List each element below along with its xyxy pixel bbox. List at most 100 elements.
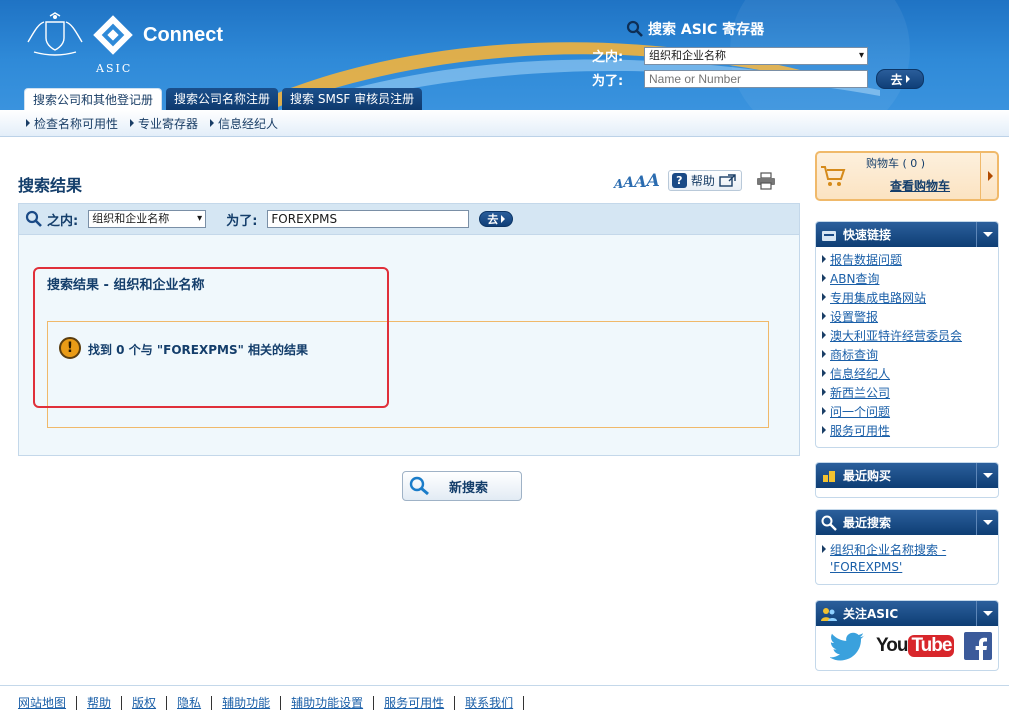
social-links: You Tube xyxy=(816,626,998,662)
quick-link-label: 新西兰公司 xyxy=(830,386,891,400)
arrow-right-icon xyxy=(26,119,30,127)
chevron-down-icon xyxy=(982,473,993,478)
follow-asic-header: 关注ASIC xyxy=(816,601,998,626)
header-go-button[interactable]: 去 xyxy=(876,69,924,89)
help-icon: ? xyxy=(671,173,687,188)
header-go-label: 去 xyxy=(890,72,903,87)
coat-of-arms-logo xyxy=(27,12,83,56)
footer-link-copyright[interactable]: 版权 xyxy=(132,695,168,710)
arrow-right-icon xyxy=(822,293,826,301)
quick-link-label: 服务可用性 xyxy=(830,424,891,438)
print-icon[interactable] xyxy=(756,171,776,190)
quick-link-item[interactable]: 商标查询 xyxy=(822,346,998,365)
quick-link-label: 报告数据问题 xyxy=(830,253,903,267)
play-arrow-icon xyxy=(905,75,910,83)
quick-link-item[interactable]: ABN查询 xyxy=(822,270,998,289)
quick-link-label: 商标查询 xyxy=(830,348,879,362)
font-size-medium-button[interactable]: A xyxy=(623,175,634,191)
quick-link-label: 设置警报 xyxy=(830,310,879,324)
header-within-select[interactable]: 组织和企业名称 ▾ xyxy=(644,46,868,65)
follow-asic-toggle[interactable] xyxy=(976,601,998,626)
arrow-right-icon xyxy=(822,312,826,320)
page-title: 搜索结果 xyxy=(18,176,83,195)
header-within-label: 之内: xyxy=(592,50,624,65)
within-label: 之内: xyxy=(47,213,79,229)
subnav-label: 信息经纪人 xyxy=(218,116,279,131)
quick-links-toggle[interactable] xyxy=(976,222,998,247)
search-input[interactable]: FOREXPMS xyxy=(267,210,470,228)
quick-links-header: 快速链接 xyxy=(816,222,998,247)
recent-purchases-panel: 最近购买 xyxy=(815,462,999,498)
recent-purchases-title: 最近购买 xyxy=(843,469,892,483)
quick-link-item[interactable]: 新西兰公司 xyxy=(822,384,998,403)
quick-link-item[interactable]: 专用集成电路网站 xyxy=(822,289,998,308)
quick-link-label: 信息经纪人 xyxy=(830,367,891,381)
quick-link-item[interactable]: 澳大利亚特许经营委员会 xyxy=(822,327,998,346)
recent-purchases-header: 最近购买 xyxy=(816,463,998,488)
arrow-right-icon xyxy=(987,171,993,181)
footer-link-accessibility[interactable]: 辅助功能 xyxy=(222,695,282,710)
chevron-down-icon xyxy=(982,611,993,616)
go-button[interactable]: 去 xyxy=(479,211,514,227)
search-icon xyxy=(821,515,837,531)
quick-links-title: 快速链接 xyxy=(843,228,892,242)
footer-link-privacy[interactable]: 隐私 xyxy=(177,695,213,710)
quick-link-item[interactable]: 问一个问题 xyxy=(822,403,998,422)
subnav-label: 检查名称可用性 xyxy=(34,116,119,131)
header-for-row: 为了: 去 xyxy=(592,69,924,89)
subnav-professional-registers[interactable]: 专业寄存器 xyxy=(130,115,198,132)
footer-link-help[interactable]: 帮助 xyxy=(87,695,123,710)
recent-search-item[interactable]: 组织和企业名称搜索 - xyxy=(822,541,998,560)
footer-link-sitemap[interactable]: 网站地图 xyxy=(18,695,78,710)
twitter-icon[interactable] xyxy=(830,630,866,662)
for-label: 为了: xyxy=(226,213,258,229)
quick-link-item[interactable]: 设置警报 xyxy=(822,308,998,327)
quick-link-item[interactable]: 报告数据问题 xyxy=(822,251,998,270)
recent-searches-list: 组织和企业名称搜索 - 'FOREXPMS' xyxy=(816,535,998,579)
arrow-right-icon xyxy=(822,369,826,377)
follow-asic-title: 关注ASIC xyxy=(843,607,899,621)
recent-purchases-toggle[interactable] xyxy=(976,463,998,488)
within-value: 组织和企业名称 xyxy=(92,212,170,225)
quick-link-label: ABN查询 xyxy=(830,272,880,286)
within-select[interactable]: 组织和企业名称 ▾ xyxy=(88,210,207,228)
quick-link-item[interactable]: 信息经纪人 xyxy=(822,365,998,384)
font-size-controls: A A A A xyxy=(614,171,660,191)
facebook-icon[interactable] xyxy=(964,632,993,660)
asic-diamond-logo xyxy=(93,15,133,55)
tab-smsf-auditors[interactable]: 搜索 SMSF 审核员注册 xyxy=(282,88,423,110)
popup-window-icon xyxy=(719,173,736,187)
new-search-button[interactable]: 新搜索 xyxy=(402,471,522,501)
youtube-icon[interactable]: You Tube xyxy=(876,635,955,657)
chevron-down-icon xyxy=(982,520,993,525)
header-search-input[interactable] xyxy=(644,70,868,88)
cart-arrow-button[interactable] xyxy=(980,151,999,201)
arrow-right-icon xyxy=(822,350,826,358)
footer: 网站地图 帮助 版权 隐私 辅助功能 辅助功能设置 服务可用性 联系我们 xyxy=(0,685,1009,719)
quick-link-item[interactable]: 服务可用性 xyxy=(822,422,998,441)
font-size-large-button[interactable]: A xyxy=(634,172,646,191)
arrow-right-icon xyxy=(822,331,826,339)
arrow-right-icon xyxy=(822,274,826,282)
help-button[interactable]: ? 帮助 xyxy=(667,170,742,191)
recent-search-item-continued[interactable]: 'FOREXPMS' xyxy=(822,560,998,579)
view-cart-link[interactable]: 查看购物车 xyxy=(890,177,950,194)
results-search-bar: 之内: 组织和企业名称 ▾ 为了: FOREXPMS 去 xyxy=(18,203,800,235)
subnav-information-brokers[interactable]: 信息经纪人 xyxy=(210,115,278,132)
tab-business-names[interactable]: 搜索公司名称注册 xyxy=(166,88,279,110)
footer-link-service-availability[interactable]: 服务可用性 xyxy=(384,695,456,710)
quick-link-label: 专用集成电路网站 xyxy=(830,291,927,305)
font-size-small-button[interactable]: A xyxy=(614,177,623,191)
footer-link-accessibility-settings[interactable]: 辅助功能设置 xyxy=(291,695,375,710)
sub-navigation: 检查名称可用性 专业寄存器 信息经纪人 xyxy=(0,110,1009,137)
subnav-check-name[interactable]: 检查名称可用性 xyxy=(26,115,118,132)
recent-search-term: 'FOREXPMS' xyxy=(830,560,903,574)
tab-companies-registers[interactable]: 搜索公司和其他登记册 xyxy=(24,88,163,110)
go-label: 去 xyxy=(487,213,499,226)
recent-searches-toggle[interactable] xyxy=(976,510,998,535)
footer-link-contact[interactable]: 联系我们 xyxy=(465,695,525,710)
font-size-xlarge-button[interactable]: A xyxy=(647,171,660,191)
header-within-row: 之内: 组织和企业名称 ▾ xyxy=(592,46,868,65)
arrow-right-icon xyxy=(130,119,135,127)
header-search-title: 搜索 ASIC 寄存器 xyxy=(626,19,764,39)
